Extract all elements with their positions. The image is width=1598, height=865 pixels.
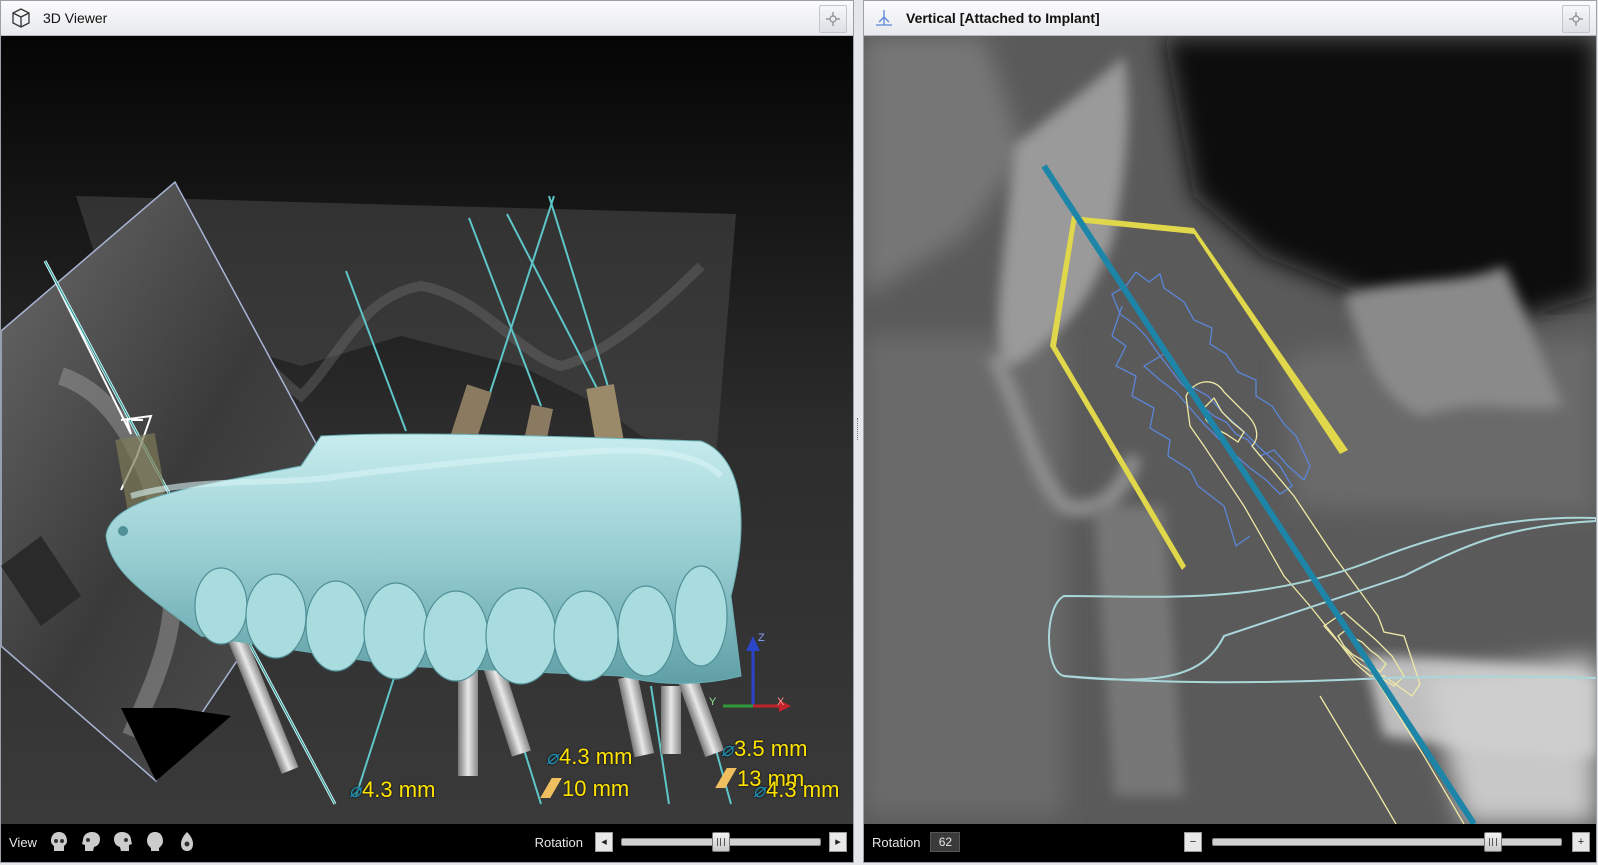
view-label: View [9, 834, 37, 850]
pin-button[interactable] [1562, 5, 1590, 33]
skull-left-icon[interactable] [79, 829, 103, 855]
measurement-label: ⌀4.3 mm [546, 744, 633, 769]
vertical-view-toolbar: Rotation 62 − + [864, 822, 1596, 862]
skull-front-icon[interactable] [47, 829, 71, 855]
rotation-value: 62 [930, 832, 961, 852]
3d-viewer-titlebar: 3D Viewer [1, 1, 853, 36]
vertical-rotation-slider[interactable] [1212, 832, 1562, 852]
3d-viewport[interactable]: Z X Y ⌀4.3 mm ⌀4.3 mm 10 mm ⌀3.5 mm 13 m… [1, 36, 853, 862]
cube-icon [7, 4, 35, 32]
rotation-slider-thumb[interactable] [712, 832, 730, 852]
diameter-icon: ⌀ [753, 780, 766, 802]
rotate-left-button[interactable]: ◂ [595, 832, 613, 852]
axis-z-label: Z [758, 632, 765, 644]
diameter-icon: ⌀ [349, 780, 362, 802]
plus-icon: + [1577, 835, 1585, 848]
diameter-icon: ⌀ [546, 747, 559, 769]
rotate-right-button[interactable]: ▸ [829, 832, 847, 852]
3d-scene [1, 36, 853, 824]
skull-right-icon[interactable] [111, 829, 135, 855]
vertical-view-title: Vertical [Attached to Implant] [906, 10, 1100, 26]
skull-back-icon[interactable] [143, 829, 167, 855]
skull-top-icon[interactable] [175, 829, 199, 855]
measurement-label: ⌀4.3 mm [753, 777, 840, 802]
vertical-view-panel: Vertical [Attached to Implant] Rotation … [863, 0, 1597, 863]
rotation-decrease-button[interactable]: − [1184, 832, 1202, 852]
rotation-slider[interactable] [621, 832, 821, 852]
minus-icon: − [1189, 835, 1197, 848]
3d-viewer-panel: 3D Viewer Z X Y ⌀4.3 mm ⌀4.3 mm 10 mm ⌀3… [0, 0, 854, 863]
vertical-slice-image [864, 36, 1596, 824]
pin-button[interactable] [819, 5, 847, 33]
3d-viewer-title: 3D Viewer [43, 10, 108, 26]
3d-viewer-toolbar: View Rotation ◂ ▸ [1, 822, 853, 862]
diameter-icon: ⌀ [721, 739, 734, 761]
vertical-plane-icon [870, 4, 898, 32]
vertical-view-titlebar: Vertical [Attached to Implant] [864, 1, 1596, 36]
vertical-slice-viewport[interactable]: Rotation 62 − + [864, 36, 1596, 862]
rotation-label: Rotation [872, 834, 921, 850]
rotation-increase-button[interactable]: + [1572, 832, 1590, 852]
panel-splitter[interactable] [854, 0, 863, 865]
measurement-label: ⌀4.3 mm [349, 777, 436, 802]
pin-icon [1569, 12, 1583, 26]
chevron-right-icon: ▸ [835, 835, 841, 848]
axis-x-label: X [777, 696, 785, 708]
chevron-left-icon: ◂ [601, 835, 607, 848]
axis-y-label: Y [709, 696, 717, 708]
measurement-label: ⌀3.5 mm [721, 736, 808, 761]
measurement-label: 10 mm [540, 776, 629, 802]
pin-icon [826, 12, 840, 26]
vertical-rotation-slider-thumb[interactable] [1483, 832, 1502, 852]
rotation-label: Rotation [534, 834, 583, 850]
